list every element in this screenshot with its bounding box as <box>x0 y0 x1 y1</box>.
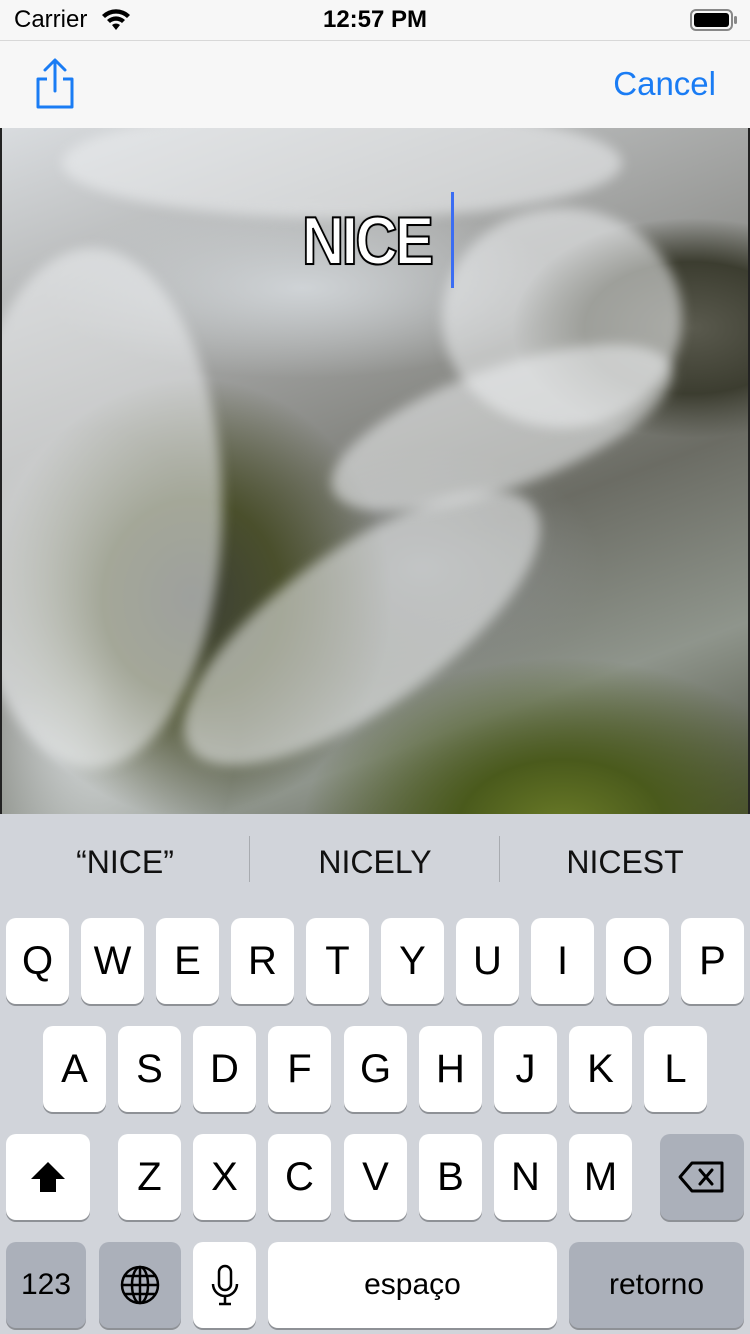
nav-bar: Cancel <box>0 40 750 128</box>
key-e[interactable]: E <box>156 918 219 1004</box>
key-n[interactable]: N <box>494 1134 557 1220</box>
key-p[interactable]: P <box>681 918 744 1004</box>
clock: 12:57 PM <box>322 6 428 33</box>
key-k[interactable]: K <box>569 1026 632 1112</box>
keyboard: “NICE” NICELY NICEST Q W E R T Y U I O P… <box>0 814 750 1334</box>
delete-icon <box>678 1161 724 1193</box>
meme-image[interactable]: NICE <box>0 128 750 814</box>
share-icon <box>36 58 74 109</box>
microphone-key[interactable] <box>193 1242 256 1328</box>
space-key-label: espaço <box>364 1268 461 1301</box>
key-v[interactable]: V <box>344 1134 407 1220</box>
key-d[interactable]: D <box>193 1026 256 1112</box>
globe-key[interactable] <box>99 1242 181 1328</box>
key-l[interactable]: L <box>644 1026 707 1112</box>
key-s[interactable]: S <box>118 1026 181 1112</box>
suggestion-bar: “NICE” NICELY NICEST <box>0 814 750 912</box>
return-key[interactable]: retorno <box>569 1242 744 1328</box>
key-x[interactable]: X <box>193 1134 256 1220</box>
shift-key[interactable] <box>6 1134 90 1220</box>
key-i[interactable]: I <box>531 918 594 1004</box>
microphone-icon <box>211 1264 238 1306</box>
key-u[interactable]: U <box>456 918 519 1004</box>
key-g[interactable]: G <box>344 1026 407 1112</box>
key-h[interactable]: H <box>419 1026 482 1112</box>
suggestion-2[interactable]: NICELY <box>250 844 500 881</box>
key-m[interactable]: M <box>569 1134 632 1220</box>
key-o[interactable]: O <box>606 918 669 1004</box>
globe-icon <box>120 1265 160 1305</box>
key-c[interactable]: C <box>268 1134 331 1220</box>
battery-icon <box>690 9 737 31</box>
shift-icon <box>31 1162 65 1192</box>
key-f[interactable]: F <box>268 1026 331 1112</box>
key-a[interactable]: A <box>43 1026 106 1112</box>
numbers-key[interactable]: 123 <box>6 1242 86 1328</box>
delete-key[interactable] <box>660 1134 744 1220</box>
key-z[interactable]: Z <box>118 1134 181 1220</box>
space-key[interactable]: espaço <box>268 1242 557 1328</box>
water-streak <box>2 248 222 768</box>
meme-text[interactable]: NICE <box>301 202 435 280</box>
key-b[interactable]: B <box>419 1134 482 1220</box>
return-key-label: retorno <box>608 1268 705 1301</box>
key-q[interactable]: Q <box>6 918 69 1004</box>
numbers-key-label: 123 <box>20 1268 72 1301</box>
cancel-button[interactable]: Cancel <box>613 65 716 103</box>
status-bar: Carrier 12:57 PM <box>0 0 750 40</box>
key-j[interactable]: J <box>494 1026 557 1112</box>
text-caret <box>451 192 454 288</box>
key-y[interactable]: Y <box>381 918 444 1004</box>
water-streak <box>442 208 682 428</box>
share-button[interactable] <box>30 57 80 113</box>
key-t[interactable]: T <box>306 918 369 1004</box>
suggestion-1[interactable]: “NICE” <box>0 844 250 881</box>
key-r[interactable]: R <box>231 918 294 1004</box>
suggestion-3[interactable]: NICEST <box>500 844 750 881</box>
key-w[interactable]: W <box>81 918 144 1004</box>
